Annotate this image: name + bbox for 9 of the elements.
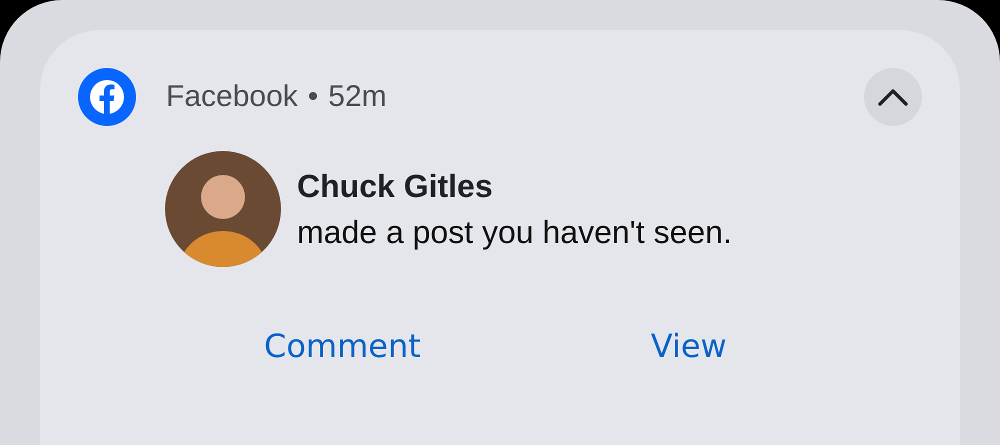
comment-button[interactable]: Comment <box>264 319 421 373</box>
app-name: Facebook <box>166 80 298 114</box>
notification-message: made a post you haven't seen. <box>297 213 732 252</box>
sender-name: Chuck Gitles <box>297 167 494 206</box>
chevron-icon <box>877 87 909 107</box>
facebook-icon <box>78 68 136 126</box>
view-button[interactable]: View <box>650 319 727 373</box>
timestamp: 52m <box>328 80 387 114</box>
separator-dot: • <box>308 80 318 114</box>
